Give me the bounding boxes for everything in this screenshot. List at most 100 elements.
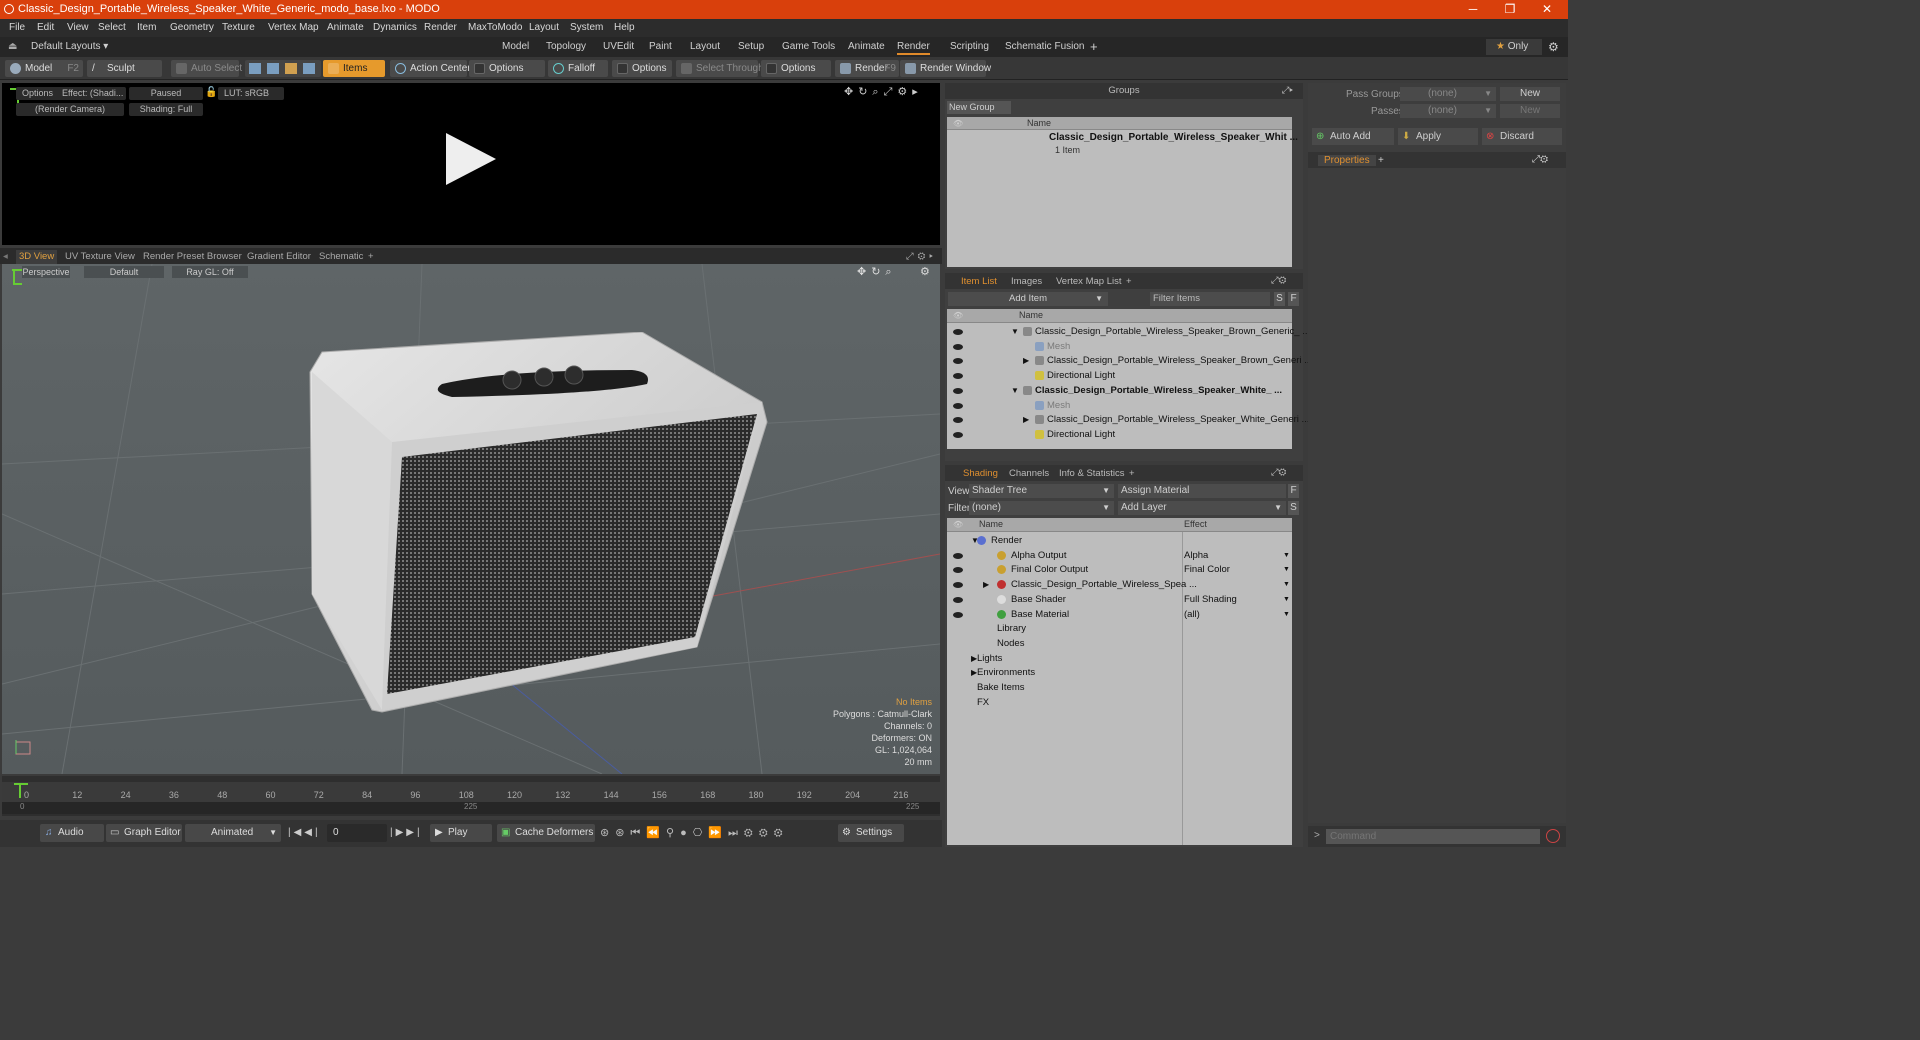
viewport-gear-icon[interactable]: ⚙ bbox=[920, 265, 930, 278]
item-list-row[interactable]: ▼ Classic_Design_Portable_Wireless_Speake… bbox=[947, 324, 1310, 339]
effect-value[interactable]: (all) bbox=[1184, 607, 1200, 622]
maximize-button[interactable]: ❐ bbox=[1492, 0, 1528, 19]
tab-3d-view[interactable]: 3D View bbox=[16, 250, 58, 264]
menu-geometry[interactable]: Geometry bbox=[170, 22, 214, 33]
view-panel-icons[interactable]: ⤢⚙▸ bbox=[906, 250, 937, 264]
camera-dropdown[interactable]: (Render Camera) bbox=[16, 103, 124, 116]
layout-menu-icon[interactable]: ⏏ bbox=[8, 39, 17, 55]
eye-icon[interactable] bbox=[953, 343, 963, 350]
item-list-row[interactable]: Directional Light bbox=[947, 427, 1292, 442]
tab-paint[interactable]: Paint bbox=[649, 39, 672, 55]
shader-tree-row[interactable]: FX bbox=[947, 695, 1292, 710]
eye-icon[interactable] bbox=[953, 329, 963, 335]
tab-render[interactable]: Render bbox=[897, 39, 930, 55]
animated-dropdown[interactable]: Animated ▼ bbox=[185, 824, 281, 842]
vertices-mode-icon[interactable] bbox=[249, 63, 261, 74]
select-through-button[interactable]: Select Through bbox=[676, 60, 764, 77]
filter-f-button[interactable]: F bbox=[1288, 292, 1299, 306]
dropdown-arrow-icon[interactable]: ▼ bbox=[1283, 562, 1290, 577]
shader-tree-row[interactable]: Base Material (all) ▼ bbox=[947, 607, 1292, 622]
expand-icon[interactable]: ⤢⚙ bbox=[1532, 154, 1548, 165]
action-center-button[interactable]: Action Center bbox=[390, 60, 471, 77]
add-tab-button[interactable]: + bbox=[1090, 39, 1098, 55]
effect-value[interactable]: Alpha bbox=[1184, 548, 1208, 563]
tab-channels[interactable]: Channels bbox=[1009, 468, 1049, 479]
preview-nav-icons[interactable]: ✥↻⌕⤢⚙▸ bbox=[844, 85, 923, 99]
eye-icon[interactable] bbox=[953, 431, 963, 438]
play-icon[interactable] bbox=[442, 131, 498, 187]
menu-texture[interactable]: Texture bbox=[222, 22, 255, 33]
tab-animate[interactable]: Animate bbox=[848, 39, 885, 55]
new-pass-button[interactable]: New bbox=[1500, 104, 1560, 118]
tab-model[interactable]: Model bbox=[502, 39, 529, 55]
record-icon[interactable] bbox=[1546, 829, 1560, 843]
filter-dropdown[interactable]: (none) ▼ bbox=[969, 501, 1114, 515]
auto-select-button[interactable]: Auto Select bbox=[171, 60, 242, 77]
shader-tree-row[interactable]: Nodes bbox=[947, 636, 1292, 651]
falloff-button[interactable]: Falloff bbox=[548, 60, 608, 77]
menu-system[interactable]: System bbox=[570, 22, 603, 33]
tab-game-tools[interactable]: Game Tools bbox=[782, 39, 835, 55]
tab-render-preset-browser[interactable]: Render Preset Browser bbox=[143, 250, 242, 264]
eye-icon[interactable] bbox=[953, 387, 963, 394]
shader-tree-row[interactable]: ▼ Render bbox=[947, 533, 1292, 548]
raygl-dropdown[interactable]: Ray GL: Off bbox=[172, 266, 248, 278]
tab-topology[interactable]: Topology bbox=[546, 39, 586, 55]
filter-items-field[interactable]: Filter Items bbox=[1150, 292, 1270, 306]
effect-value[interactable]: Final Color bbox=[1184, 562, 1230, 577]
checkbox-icon[interactable] bbox=[766, 63, 777, 74]
tab-gradient-editor[interactable]: Gradient Editor bbox=[247, 250, 311, 264]
shader-tree-row[interactable]: Alpha Output Alpha ▼ bbox=[947, 548, 1292, 563]
dropdown-arrow-icon[interactable]: ▼ bbox=[1283, 592, 1290, 607]
item-list-row[interactable]: ▼ Classic_Design_Portable_Wireless_Speake… bbox=[947, 383, 1292, 398]
shading-dropdown[interactable]: Shading: Full bbox=[129, 103, 203, 116]
add-panel-tab-button[interactable]: + bbox=[1129, 468, 1135, 479]
assign-material-button[interactable]: Assign Material bbox=[1118, 484, 1286, 498]
tab-uv-texture-view[interactable]: UV Texture View bbox=[65, 250, 135, 264]
tab-layout[interactable]: Layout bbox=[690, 39, 720, 55]
audio-button[interactable]: ♫ Audio bbox=[40, 824, 104, 842]
menu-select[interactable]: Select bbox=[98, 22, 126, 33]
add-properties-tab-button[interactable]: + bbox=[1378, 155, 1384, 166]
shader-tree-dropdown[interactable]: Shader Tree ▼ bbox=[969, 484, 1114, 498]
tab-setup[interactable]: Setup bbox=[738, 39, 764, 55]
shader-tree-row[interactable]: Library bbox=[947, 621, 1292, 636]
tab-info-statistics[interactable]: Info & Statistics bbox=[1059, 468, 1124, 479]
frame-field[interactable]: 0 bbox=[327, 824, 387, 842]
timeline-range-bar[interactable]: 0 225 225 bbox=[2, 802, 940, 814]
menu-view[interactable]: View bbox=[67, 22, 89, 33]
materials-mode-icon[interactable] bbox=[303, 63, 315, 74]
menu-layout[interactable]: Layout bbox=[529, 22, 559, 33]
tab-images[interactable]: Images bbox=[1011, 276, 1042, 287]
shader-tree[interactable]: 👁 Name Effect ▼ Render Alpha Output Alpha ▼ F… bbox=[947, 518, 1292, 845]
default-layouts-dropdown[interactable]: Default Layouts ▾ bbox=[31, 39, 108, 55]
menu-dynamics[interactable]: Dynamics bbox=[373, 22, 417, 33]
lut-dropdown[interactable]: LUT: sRGB bbox=[218, 87, 284, 100]
tab-properties[interactable]: Properties bbox=[1318, 155, 1376, 166]
viewport-nav-icons[interactable]: ✥↻⌕ bbox=[857, 265, 897, 279]
items-mode-button[interactable]: Items bbox=[323, 60, 385, 77]
cache-deformers-button[interactable]: ▣ Cache Deformers bbox=[497, 824, 595, 842]
menu-file[interactable]: File bbox=[9, 22, 25, 33]
prev-key-icons[interactable]: |◀◀| bbox=[288, 827, 321, 838]
add-view-tab-button[interactable]: + bbox=[368, 250, 374, 264]
shader-tree-row[interactable]: Base Shader Full Shading ▼ bbox=[947, 592, 1292, 607]
eye-icon[interactable] bbox=[953, 417, 963, 424]
menu-item[interactable]: Item bbox=[137, 22, 156, 33]
tab-scripting[interactable]: Scripting bbox=[950, 39, 989, 55]
pass-groups-dropdown[interactable]: (none) ▼ bbox=[1400, 87, 1496, 101]
model-button[interactable]: Model F2 bbox=[5, 60, 83, 77]
paused-button[interactable]: Paused bbox=[129, 87, 203, 100]
gear-icon[interactable]: ⚙ bbox=[1548, 39, 1559, 55]
new-group-button[interactable]: New Group bbox=[947, 101, 1011, 114]
eye-icon[interactable] bbox=[953, 596, 963, 603]
expand-icon[interactable]: ⤢⚙ bbox=[1271, 467, 1286, 478]
effect-value[interactable]: Full Shading bbox=[1184, 592, 1237, 607]
command-input[interactable] bbox=[1326, 829, 1540, 844]
discard-button[interactable]: ⊗ Discard bbox=[1482, 128, 1562, 145]
expand-arrow-icon[interactable]: ▶ bbox=[1023, 412, 1029, 427]
render-window-button[interactable]: Render Window bbox=[900, 60, 991, 77]
shader-tree-row[interactable]: Bake Items bbox=[947, 680, 1292, 695]
perspective-dropdown[interactable]: Perspective bbox=[22, 266, 70, 278]
eye-icon[interactable] bbox=[953, 373, 963, 380]
